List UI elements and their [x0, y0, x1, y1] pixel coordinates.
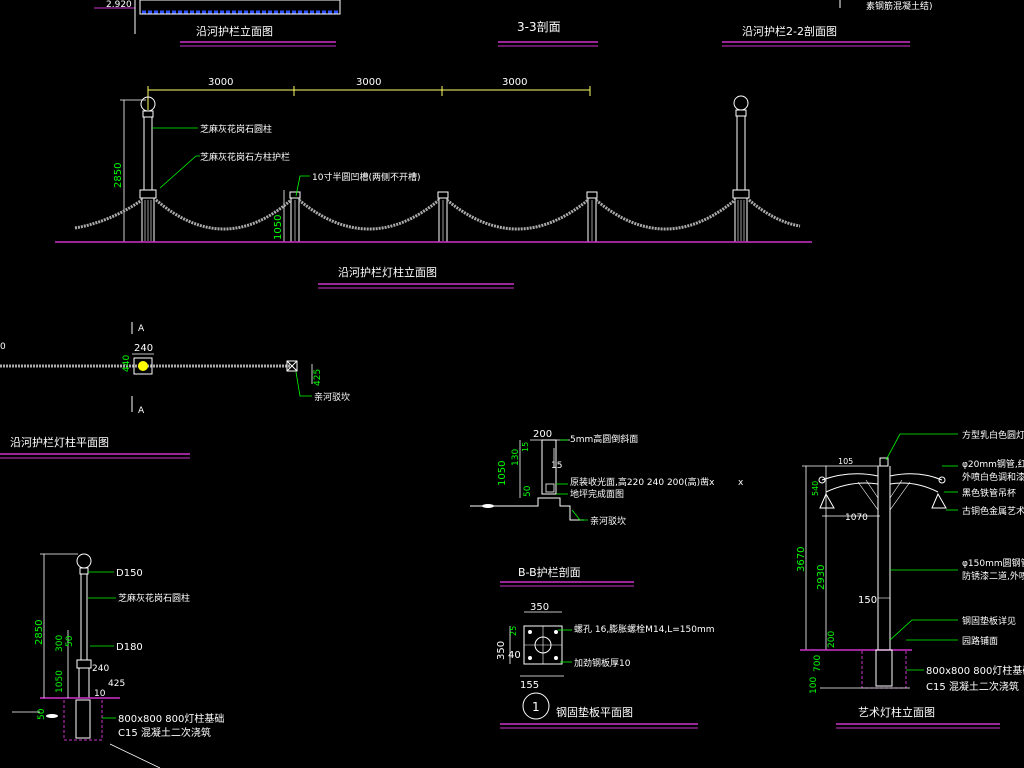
- plan-dim-left: 0: [0, 342, 6, 352]
- title-bb-section: B-B护栏剖面: [518, 565, 581, 579]
- art-dim-200: 200: [827, 631, 837, 648]
- art-dim-150: 150: [858, 595, 877, 606]
- art-dim-3670: 3670: [796, 547, 807, 572]
- label-half-groove: 10寸半圆凹槽(两侧不开槽): [312, 171, 420, 183]
- art-label-steel-pole-b: 防锈漆二道,外喷白: [962, 570, 1024, 582]
- plate-dim-350v: 350: [496, 641, 507, 660]
- bb-label-bottom: 亲河驳坎: [590, 515, 626, 527]
- dim-height-1050: 1050: [273, 215, 284, 240]
- plate-dim-40: 40: [508, 650, 521, 661]
- art-label-steel-pole: φ150mm圆钢管: [962, 557, 1024, 569]
- ld-label-d150: D150: [116, 568, 143, 579]
- bb-label-mid1: 原装收光面,高220 240 200(高)凿x: [570, 476, 715, 488]
- bb-dim-1050: 1050: [497, 461, 508, 486]
- plate-dim-350: 350: [530, 602, 549, 613]
- cad-drawing-sheet: 2.920 沿河护栏立面图 3-3剖面 沿河护栏2-2剖面图 素钢筋混凝土结) …: [0, 0, 1024, 768]
- art-label-pipe: φ20mm钢管,红: [962, 458, 1024, 470]
- art-label-lamp: 方型乳白色圆灯: [962, 429, 1024, 441]
- section-mark-a-bottom: A: [138, 406, 145, 416]
- dim-span-1: 3000: [208, 77, 233, 88]
- dim-span-3: 3000: [502, 77, 527, 88]
- ld-footing-2: C15 混凝土二次浇筑: [118, 726, 211, 739]
- bb-dim-15: 15: [521, 442, 530, 452]
- title-lamp-post-elevation: 沿河护栏灯柱立面图: [338, 265, 437, 279]
- ld-footing-1: 800x800 800灯柱基础: [118, 712, 224, 725]
- plan-dim-425: 425: [313, 369, 323, 386]
- section-mark-a-top: A: [138, 324, 145, 334]
- ld-label-granite: 芝麻灰花岗石圆柱: [118, 592, 190, 604]
- ld-label-d180: D180: [116, 642, 143, 653]
- label-granite-square-post: 芝麻灰花岗石方柱护栏: [200, 151, 290, 163]
- art-dim-1070: 1070: [845, 513, 868, 523]
- plate-label-stiffener: 加劲钢板厚10: [574, 657, 631, 669]
- title-art-lamp-elevation: 艺术灯柱立面图: [858, 705, 935, 719]
- bb-dim-130: 130: [511, 449, 521, 466]
- bb-label-mid2: 地坪完成面图: [570, 488, 624, 500]
- title-river-rail-elevation: 沿河护栏立面图: [196, 24, 273, 38]
- ld-dim-50b: 50: [37, 708, 47, 720]
- art-label-paving: 园路铺面: [962, 635, 998, 647]
- plate-dim-25: 25: [509, 626, 518, 636]
- plan-dim-240: 240: [134, 343, 153, 354]
- art-footing-1: 800x800 800灯柱基础: [926, 664, 1024, 677]
- ld-dim-300: 300: [55, 635, 65, 652]
- plate-label-bolt: 螺孔 16,膨胀螺栓M14,L=150mm: [574, 623, 715, 635]
- title-section-3-3: 3-3剖面: [517, 20, 561, 34]
- art-dim-540: 540: [811, 481, 820, 496]
- art-dim-top: 105: [838, 457, 853, 466]
- art-label-bracket: 古铜色金属艺术托: [962, 505, 1024, 517]
- bb-x-mark: x: [738, 478, 744, 488]
- lamp-post-plan-marker: [138, 361, 148, 371]
- plate-dim-155: 155: [520, 680, 539, 691]
- ld-dim-240: 240: [92, 664, 109, 674]
- art-label-plate-ref: 钢固垫板详见: [962, 615, 1016, 627]
- plate-number: 1: [532, 700, 540, 714]
- art-dim-2930: 2930: [816, 565, 827, 590]
- art-footing-2: C15 混凝土二次浇筑: [926, 680, 1019, 693]
- elev-label: 2.920: [106, 0, 132, 10]
- art-label-pipe-b: 外喷白色调和漆: [962, 471, 1024, 483]
- art-dim-700: 700: [813, 655, 823, 672]
- bb-dim-200: 200: [533, 429, 552, 440]
- dim-height-2850: 2850: [113, 163, 124, 188]
- ld-dim-425: 425: [108, 679, 125, 689]
- title-plate-plan: 钢固垫板平面图: [556, 705, 633, 719]
- label-granite-column: 芝麻灰花岗石圆柱: [200, 123, 272, 135]
- dim-span-2: 3000: [356, 77, 381, 88]
- plan-note-bank: 亲河驳坎: [314, 391, 350, 403]
- ld-dim-1050: 1050: [55, 670, 65, 693]
- art-label-hanger: 黑色铁管吊杯: [962, 487, 1016, 499]
- title-river-rail-2-2: 沿河护栏2-2剖面图: [742, 24, 837, 38]
- note-concrete: 素钢筋混凝土结): [866, 0, 933, 12]
- plan-dim-440: 440: [122, 355, 132, 372]
- title-lamp-post-plan: 沿河护栏灯柱平面图: [10, 435, 109, 449]
- bb-dim-15b: 15: [551, 461, 562, 471]
- ld-dim-2850: 2850: [34, 620, 45, 645]
- ld-dim-50: 50: [65, 635, 75, 647]
- art-dim-100: 100: [809, 677, 819, 694]
- bb-label-top: 5mm高圆倒斜面: [570, 433, 638, 445]
- bb-dim-50: 50: [523, 485, 533, 497]
